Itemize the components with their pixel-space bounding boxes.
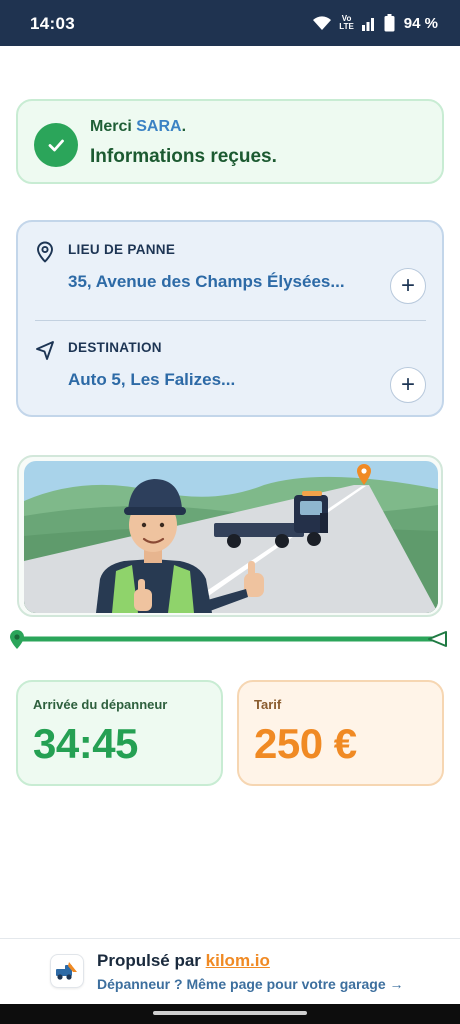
tow-truck-mechanic-illustration <box>24 461 438 613</box>
home-gesture-handle[interactable] <box>153 1011 307 1015</box>
price-value: 250 € <box>254 720 357 767</box>
progress-fill <box>18 636 442 642</box>
price-label: Tarif <box>254 697 282 712</box>
system-nav-bar <box>0 1004 460 1024</box>
volte-indicator: Vo LTE <box>339 14 354 31</box>
confirmation-card: Merci SARA. Informations reçues. <box>16 99 444 184</box>
tow-progress-track <box>8 628 452 650</box>
kilom-logo-icon <box>50 954 84 988</box>
greeting-suffix: . <box>181 118 187 135</box>
destination-value[interactable]: Auto 5, Les Falizes... <box>68 370 235 390</box>
check-circle-icon <box>34 123 78 167</box>
breakdown-location-label: LIEU DE PANNE <box>68 242 176 257</box>
add-destination-button[interactable]: + <box>390 367 426 403</box>
battery-percent: 94 % <box>403 14 438 32</box>
tow-illustration-frame <box>17 455 443 617</box>
breakdown-location-value[interactable]: 35, Avenue des Champs Élysées... <box>68 272 345 292</box>
status-bar: 14:03 Vo LTE 94 % <box>0 0 460 46</box>
wifi-icon <box>313 16 332 30</box>
battery-icon <box>384 14 395 32</box>
navigation-arrow-icon <box>36 341 54 360</box>
greeting-prefix: Merci <box>90 118 132 135</box>
add-breakdown-location-button[interactable]: + <box>390 268 426 304</box>
greeting-text: Merci SARA. <box>90 118 186 136</box>
eta-card: Arrivée du dépanneur 34:45 <box>16 680 223 786</box>
status-time: 14:03 <box>30 14 75 33</box>
route-card: LIEU DE PANNE 35, Avenue des Champs Élys… <box>16 220 444 417</box>
signal-icon <box>361 18 374 31</box>
user-name: SARA <box>136 118 182 135</box>
footer: Propulsé par kilom.io Dépanneur ? Même p… <box>0 938 460 1004</box>
powered-prefix: Propulsé par <box>97 951 201 970</box>
location-pin-icon <box>37 241 53 263</box>
powered-by-text: Propulsé par kilom.io <box>97 951 270 971</box>
end-flag-icon <box>428 631 447 647</box>
status-icons: Vo LTE 94 % <box>312 13 438 33</box>
eta-value: 34:45 <box>33 720 138 767</box>
eta-label: Arrivée du dépanneur <box>33 697 168 712</box>
start-pin-icon <box>10 630 24 649</box>
confirmation-message: Informations reçues. <box>90 146 277 167</box>
destination-label: DESTINATION <box>68 340 162 355</box>
route-divider <box>35 320 426 321</box>
kilom-link[interactable]: kilom.io <box>206 951 270 970</box>
price-card: Tarif 250 € <box>237 680 444 786</box>
garage-cta-link[interactable]: Dépanneur ? Même page pour votre garage … <box>97 976 404 992</box>
